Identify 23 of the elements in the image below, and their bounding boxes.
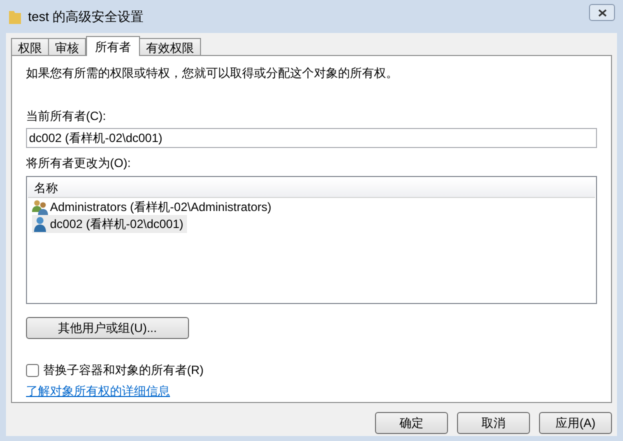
field-label: 当前所有者(C): [26, 108, 107, 125]
user-icon [32, 216, 48, 232]
owner-row[interactable]: Administrators (看样机-02\Administrators) [32, 198, 276, 216]
tab[interactable]: 有效权限 [139, 38, 201, 55]
users-icon [32, 198, 48, 214]
current-owner-field[interactable]: dc002 (看样机-02\dc001) [26, 128, 597, 148]
learn-more-link[interactable]: 了解对象所有权的详细信息 [26, 382, 170, 400]
dialog-button[interactable]: 确定 [375, 412, 448, 434]
intro-text: 如果您有所需的权限或特权，您就可以取得或分配这个对象的所有权。 [26, 65, 399, 82]
window-title: test 的高级安全设置 [28, 8, 144, 26]
tab[interactable]: 所有者 [86, 36, 140, 56]
close-icon [598, 8, 606, 16]
tab[interactable]: 审核 [48, 38, 86, 55]
folder-icon [8, 8, 22, 24]
dialog-button[interactable]: 其他用户或组(U)... [26, 317, 189, 339]
dialog-button[interactable]: 应用(A) [539, 412, 612, 434]
checkbox-label: 替换子容器和对象的所有者(R) [43, 362, 204, 379]
owner-row[interactable]: dc002 (看样机-02\dc001) [32, 214, 188, 232]
replace-owner-checkbox[interactable] [26, 364, 39, 376]
dialog-button[interactable]: 取消 [457, 412, 530, 434]
tab[interactable]: 权限 [11, 38, 49, 55]
close-button[interactable] [589, 4, 615, 21]
field-label: 将所有者更改为(O): [26, 155, 132, 172]
